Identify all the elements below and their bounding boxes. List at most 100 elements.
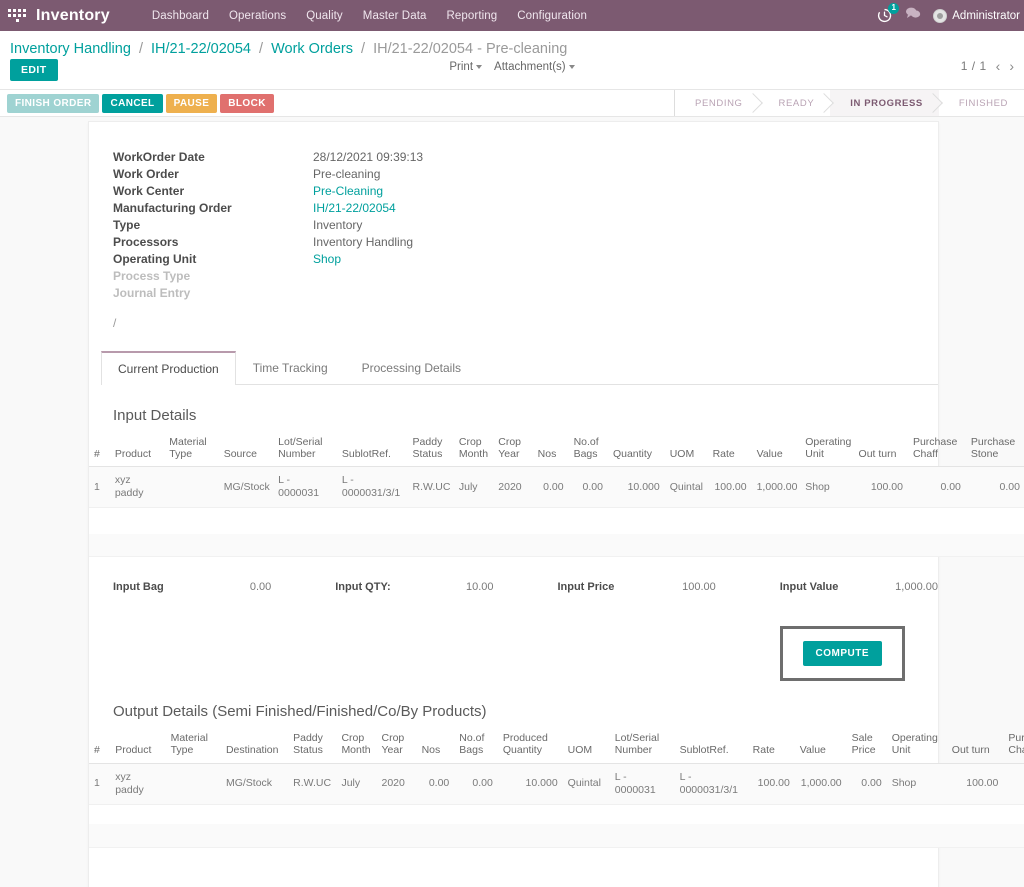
chevron-left-icon[interactable]: ‹ <box>996 59 1001 73</box>
status-stage-in-progress[interactable]: IN PROGRESS <box>830 90 939 116</box>
cell-output-produced-quantity[interactable]: 10.000 <box>497 763 563 805</box>
cell-output-material-type[interactable] <box>165 763 221 805</box>
app-brand-title[interactable]: Inventory <box>36 7 110 25</box>
table-row[interactable]: 1 xyz paddy MG/Stock R.W.UC July 2020 0.… <box>89 763 1024 805</box>
menu-item-master-data[interactable]: Master Data <box>353 4 437 28</box>
cell-input-value[interactable]: 1,000.00 <box>751 466 801 509</box>
cell-input-source[interactable]: MG/Stock <box>218 466 274 509</box>
col-output-lot-serial-number: Lot/Serial Number <box>609 724 675 764</box>
field-label-type: Type <box>113 218 141 232</box>
cell-output-value[interactable]: 1,000.00 <box>794 763 847 805</box>
field-value-manufacturing-order[interactable]: IH/21-22/02054 <box>313 201 396 215</box>
cell-input-product[interactable]: xyz paddy <box>109 466 165 509</box>
cell-output-crop-year[interactable]: 2020 <box>376 763 417 805</box>
user-menu[interactable]: Administrator <box>933 8 1020 23</box>
cell-input-purchase-stone[interactable]: 0.00 <box>965 466 1024 509</box>
chevron-down-icon <box>476 64 483 69</box>
menu-item-quality[interactable]: Quality <box>296 4 353 28</box>
cell-output-nos[interactable]: 0.00 <box>416 763 455 805</box>
print-dropdown[interactable]: Print <box>449 61 483 73</box>
table-row[interactable]: 1 xyz paddy MG/Stock L - 0000031 L - 000… <box>89 466 1024 509</box>
cell-output-rate[interactable]: 100.00 <box>747 763 795 805</box>
field-row-type: Type Inventory <box>113 218 938 235</box>
menu-item-reporting[interactable]: Reporting <box>437 4 508 28</box>
status-stage-bar: PENDING READY IN PROGRESS FINISHED <box>674 90 1024 116</box>
col-input-out-turn: Out turn <box>853 428 908 468</box>
cell-input-sublot-ref[interactable]: L - 0000031/3/1 <box>336 466 408 509</box>
col-output-crop-month: Crop Month <box>336 724 377 764</box>
cell-output-purchase-chaff[interactable]: 0.00 <box>1003 763 1024 805</box>
field-row-work-order: Work Order Pre-cleaning <box>113 167 938 184</box>
compute-highlight-box: COMPUTE <box>779 626 905 682</box>
field-row-operating-unit: Operating Unit Shop <box>113 252 938 269</box>
status-stage-finished[interactable]: FINISHED <box>938 90 1024 116</box>
tab-processing-details[interactable]: Processing Details <box>345 351 478 385</box>
breadcrumb: Inventory Handling / IH/21-22/02054 / Wo… <box>10 37 1014 59</box>
menu-item-operations[interactable]: Operations <box>219 4 296 28</box>
menu-item-configuration[interactable]: Configuration <box>507 4 597 28</box>
cell-output-out-turn[interactable]: 100.00 <box>946 763 1004 805</box>
col-input-index: # <box>89 428 110 468</box>
breadcrumb-item-inventory-handling[interactable]: Inventory Handling <box>10 41 131 57</box>
cell-output-product[interactable]: xyz paddy <box>110 763 166 805</box>
finish-order-button[interactable]: FINISH ORDER <box>7 93 100 113</box>
breadcrumb-item-work-orders[interactable]: Work Orders <box>271 41 353 57</box>
col-input-operating-unit: Operating Unit <box>800 428 854 468</box>
field-row-workorder-date: WorkOrder Date 28/12/2021 09:39:13 <box>113 150 938 167</box>
output-details-table: # Product Material Type Destination Padd… <box>89 724 1024 848</box>
input-details-title: Input Details <box>113 407 197 424</box>
cell-output-no-of-bags[interactable]: 0.00 <box>454 763 498 805</box>
cell-output-destination[interactable]: MG/Stock <box>220 763 289 805</box>
cell-input-material-type[interactable] <box>164 466 219 509</box>
tab-current-production[interactable]: Current Production <box>101 351 236 385</box>
block-button[interactable]: BLOCK <box>220 93 274 113</box>
input-add-row[interactable] <box>89 533 1024 558</box>
cell-input-rate[interactable]: 100.00 <box>707 466 752 509</box>
cell-output-sale-price[interactable]: 0.00 <box>846 763 887 805</box>
cell-output-crop-month[interactable]: July <box>336 763 377 805</box>
field-value-work-center[interactable]: Pre-Cleaning <box>313 184 383 198</box>
cancel-button[interactable]: CANCEL <box>102 93 163 113</box>
clock-activity-icon[interactable]: 1 <box>876 3 900 24</box>
breadcrumb-item-manufacturing-order[interactable]: IH/21-22/02054 <box>151 41 251 57</box>
pause-button[interactable]: PAUSE <box>165 93 218 113</box>
col-output-produced-quantity: Produced Quantity <box>497 724 563 764</box>
output-details-title: Output Details (Semi Finished/Finished/C… <box>113 703 487 721</box>
field-label-journal-entry: Journal Entry <box>113 286 191 300</box>
print-label: Print <box>449 61 474 73</box>
col-input-material-type: Material Type <box>164 428 219 468</box>
cell-input-no-of-bags[interactable]: 0.00 <box>568 466 608 509</box>
cell-output-uom[interactable]: Quintal <box>562 763 610 805</box>
cell-input-out-turn[interactable]: 100.00 <box>853 466 908 509</box>
cell-input-quantity[interactable]: 10.000 <box>607 466 665 509</box>
cell-input-uom[interactable]: Quintal <box>664 466 708 509</box>
tab-time-tracking[interactable]: Time Tracking <box>236 351 345 385</box>
cell-output-operating-unit[interactable]: Shop <box>886 763 947 805</box>
status-stage-ready[interactable]: READY <box>758 90 831 116</box>
attachments-dropdown[interactable]: Attachment(s) <box>494 61 575 73</box>
output-add-row[interactable] <box>89 824 1024 848</box>
cell-input-operating-unit[interactable]: Shop <box>800 466 854 509</box>
cell-input-nos[interactable]: 0.00 <box>532 466 569 509</box>
apps-grid-icon[interactable] <box>4 6 30 25</box>
control-panel-dropdowns: Print Attachment(s) <box>10 61 1014 73</box>
field-label-work-order: Work Order <box>113 167 179 181</box>
field-value-operating-unit[interactable]: Shop <box>313 252 341 266</box>
cell-input-paddy-status[interactable]: R.W.UC <box>407 466 454 509</box>
menu-item-dashboard[interactable]: Dashboard <box>142 4 219 28</box>
cell-input-lot-serial-number[interactable]: L - 0000031 <box>273 466 337 509</box>
compute-button[interactable]: COMPUTE <box>802 641 882 667</box>
total-value-input-value: 1,000.00 <box>895 581 938 594</box>
cell-output-lot-serial-number[interactable]: L - 0000031 <box>609 763 675 805</box>
cell-output-paddy-status[interactable]: R.W.UC <box>288 763 337 805</box>
chat-bubble-icon[interactable] <box>905 6 921 25</box>
app-page: Inventory Dashboard Operations Quality M… <box>0 0 1024 887</box>
cell-input-crop-year[interactable]: 2020 <box>493 466 533 509</box>
chevron-right-icon[interactable]: › <box>1009 59 1014 73</box>
cell-input-crop-month[interactable]: July <box>453 466 494 509</box>
status-stage-pending[interactable]: PENDING <box>674 90 759 116</box>
total-label-input-qty: Input QTY: <box>335 581 391 594</box>
edit-button[interactable]: EDIT <box>10 59 58 81</box>
cell-input-purchase-chaff[interactable]: 0.00 <box>907 466 966 509</box>
cell-output-sublot-ref[interactable]: L - 0000031/3/1 <box>674 763 748 805</box>
